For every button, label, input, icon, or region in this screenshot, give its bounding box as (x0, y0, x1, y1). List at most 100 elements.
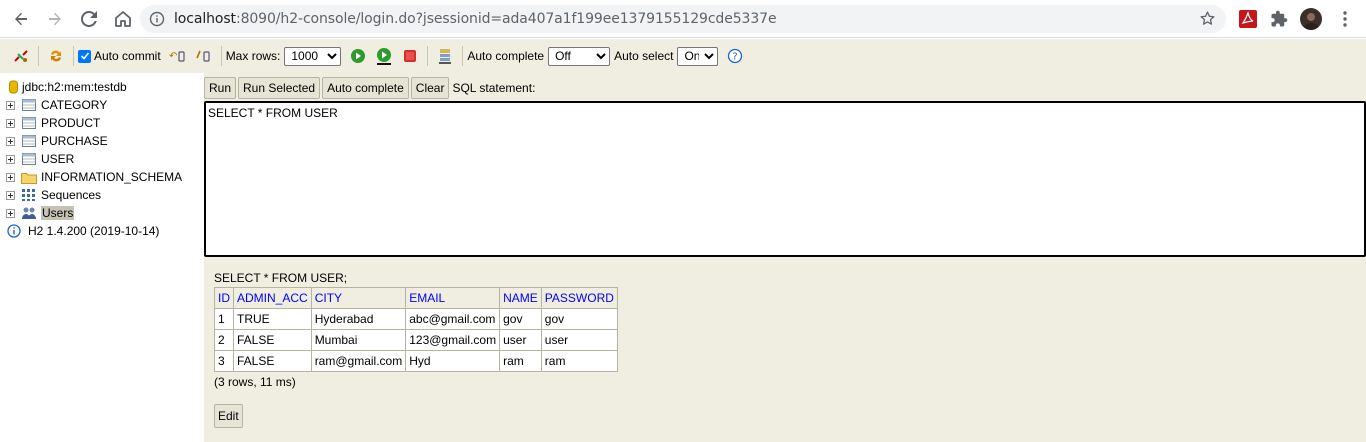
toolbar-divider (73, 46, 74, 66)
sql-editor[interactable]: SELECT * FROM USER (204, 101, 1366, 257)
expand-icon[interactable] (6, 172, 15, 182)
table-cell: TRUE (233, 308, 312, 330)
table-cell: FALSE (233, 350, 312, 372)
table-cell: ram@gmail.com (310, 350, 407, 372)
table-cell: gov (499, 308, 542, 330)
help-icon[interactable]: ? (726, 47, 744, 65)
connection-label: jdbc:h2:mem:testdb (22, 80, 127, 94)
auto-commit-label: Auto commit (94, 49, 161, 63)
disconnect-icon[interactable] (12, 47, 30, 65)
expand-icon[interactable] (6, 118, 15, 128)
table-cell: FALSE (233, 329, 312, 351)
run-icon[interactable] (349, 47, 367, 65)
auto-complete-button[interactable]: Auto complete (322, 77, 409, 99)
version-row: H2 1.4.200 (2019-10-14) (0, 222, 200, 240)
table-row: 2 FALSE Mumbai 123@gmail.com user user (214, 329, 618, 351)
table-cell: gov (540, 308, 618, 330)
tree-item-information-schema[interactable]: INFORMATION_SCHEMA (0, 168, 200, 186)
refresh-icon[interactable] (47, 47, 65, 65)
clear-button[interactable]: Clear (410, 77, 450, 99)
run-button[interactable]: Run (204, 77, 237, 99)
edit-button[interactable]: Edit (214, 404, 243, 428)
database-icon (8, 80, 18, 94)
result-summary: (3 rows, 11 ms) (214, 375, 296, 389)
tree-item-users[interactable]: Users (0, 204, 200, 222)
h2-toolbar: Auto commit ↶ Max rows: 1000 Auto comple… (0, 39, 1366, 73)
tree-item-product[interactable]: PRODUCT (0, 114, 200, 132)
expand-icon[interactable] (6, 136, 15, 146)
users-icon (21, 206, 37, 220)
version-label: H2 1.4.200 (2019-10-14) (28, 224, 160, 238)
tree-item-category[interactable]: CATEGORY (0, 96, 200, 114)
run-selected-icon[interactable] (375, 47, 393, 65)
sequences-icon (21, 188, 37, 202)
column-header[interactable]: ADMIN_ACC (233, 287, 312, 309)
browser-toolbar: localhost:8090/h2-console/login.do?jsess… (0, 0, 1366, 38)
table-cell: ram (540, 350, 618, 372)
table-cell: user (540, 329, 618, 351)
profile-avatar[interactable] (1300, 8, 1322, 30)
info-icon (6, 224, 22, 238)
table-icon (21, 152, 37, 166)
table-cell: Hyd (405, 350, 501, 372)
url-path: :8090/h2-console/login.do?jsessionid=ada… (235, 11, 777, 27)
auto-complete-select[interactable]: Off (548, 46, 611, 66)
browser-menu-icon[interactable] (1334, 8, 1356, 30)
table-cell: Mumbai (310, 329, 407, 351)
svg-text:↶: ↶ (169, 51, 177, 62)
expand-icon[interactable] (6, 100, 15, 110)
table-cell: 1 (214, 308, 234, 330)
tree-item-label: CATEGORY (41, 98, 108, 112)
max-rows-select[interactable]: 1000 (284, 46, 342, 66)
table-icon (21, 134, 37, 148)
max-rows-label: Max rows: (225, 49, 281, 63)
site-info-icon[interactable] (149, 11, 165, 27)
expand-icon[interactable] (6, 208, 15, 218)
tree-item-label: USER (41, 152, 75, 166)
address-bar[interactable]: localhost:8090/h2-console/login.do?jsess… (140, 5, 1226, 33)
reload-icon[interactable] (74, 4, 104, 34)
expand-icon[interactable] (6, 190, 15, 200)
pdf-extension-icon[interactable] (1237, 8, 1259, 30)
extensions-puzzle-icon[interactable] (1268, 8, 1290, 30)
table-cell: Hyderabad (310, 308, 407, 330)
toolbar-divider (220, 46, 222, 66)
connection-node[interactable]: jdbc:h2:mem:testdb (0, 78, 200, 96)
forward-icon[interactable] (40, 4, 70, 34)
column-header[interactable]: CITY (310, 287, 407, 309)
auto-select-label: Auto select (614, 49, 674, 63)
tree-item-user[interactable]: USER (0, 150, 200, 168)
home-icon[interactable] (108, 4, 138, 34)
tree-item-label: Sequences (41, 188, 102, 202)
history-icon[interactable] (436, 47, 454, 65)
tree-item-label: Users (41, 206, 75, 220)
url-text: localhost:8090/h2-console/login.do?jsess… (174, 11, 777, 27)
auto-select-select[interactable]: On (677, 46, 719, 66)
column-header[interactable]: NAME (499, 287, 542, 309)
help-glyph: ? (733, 52, 738, 63)
column-header[interactable]: PASSWORD (540, 287, 618, 309)
back-icon[interactable] (6, 4, 36, 34)
result-table: ID ADMIN_ACC CITY EMAIL NAME PASSWORD 1 … (214, 287, 618, 372)
rollback-icon[interactable]: ↶ (169, 47, 187, 65)
schema-tree: jdbc:h2:mem:testdb CATEGORY PRODUCT PURC… (0, 78, 200, 442)
toolbar-divider (427, 46, 429, 66)
tree-item-sequences[interactable]: Sequences (0, 186, 200, 204)
bookmark-star-icon[interactable] (1199, 10, 1216, 30)
result-section: SELECT * FROM USER; ID ADMIN_ACC CITY EM… (214, 271, 618, 428)
tree-item-label: PRODUCT (41, 116, 101, 130)
tree-item-label: INFORMATION_SCHEMA (41, 170, 183, 184)
stop-icon[interactable] (401, 47, 419, 65)
query-panel: Run Run Selected Auto complete Clear SQL… (204, 73, 1366, 442)
column-header[interactable]: EMAIL (405, 287, 501, 309)
tree-item-purchase[interactable]: PURCHASE (0, 132, 200, 150)
run-selected-button[interactable]: Run Selected (238, 77, 321, 99)
expand-icon[interactable] (6, 154, 15, 164)
column-header[interactable]: ID (214, 287, 234, 309)
tree-item-label: PURCHASE (41, 134, 108, 148)
commit-icon[interactable] (195, 47, 213, 65)
auto-commit-checkbox[interactable] (78, 49, 91, 63)
query-buttons: Run Run Selected Auto complete Clear SQL… (204, 77, 535, 99)
table-cell: 2 (214, 329, 234, 351)
toolbar-divider (38, 46, 39, 66)
